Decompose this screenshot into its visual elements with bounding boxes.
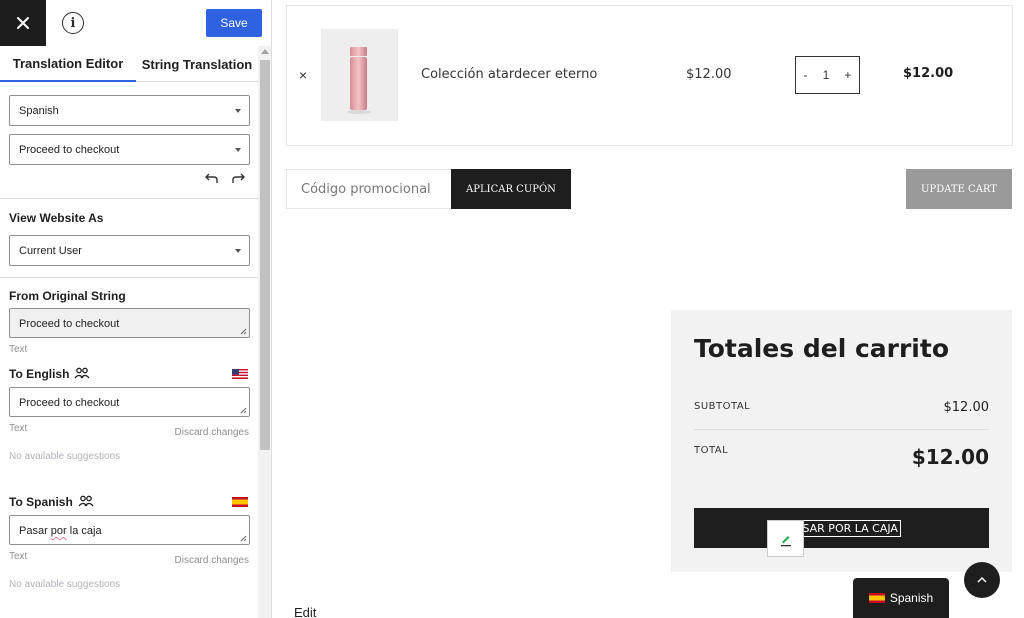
- english-translation-input[interactable]: Proceed to checkout: [9, 387, 250, 417]
- info-icon[interactable]: i: [62, 12, 84, 34]
- coupon-input[interactable]: Código promocional: [286, 169, 451, 209]
- original-string-value: Proceed to checkout: [19, 318, 120, 330]
- edit-link[interactable]: Edit: [294, 605, 316, 618]
- quantity-increase-button[interactable]: +: [844, 68, 851, 82]
- resize-grip-icon: [240, 407, 247, 414]
- total-value: $12.00: [911, 445, 989, 469]
- string-select[interactable]: Proceed to checkout: [9, 134, 250, 165]
- original-string-field: Proceed to checkout: [9, 308, 250, 338]
- total-label: TOTAL: [694, 445, 729, 456]
- original-type-label: Text: [9, 344, 28, 355]
- product-thumbnail[interactable]: [321, 29, 398, 121]
- quantity-stepper[interactable]: - 1 +: [795, 56, 860, 94]
- us-flag-icon: [232, 369, 248, 379]
- pencil-icon: [780, 535, 791, 546]
- resize-grip-icon: [240, 535, 247, 542]
- next-string-button[interactable]: [230, 172, 248, 190]
- people-icon: [74, 367, 90, 379]
- spanish-discard-link[interactable]: Discard changes: [175, 555, 249, 566]
- subtotal-label: SUBTOTAL: [694, 401, 751, 412]
- quantity-decrease-button[interactable]: -: [804, 68, 808, 82]
- edit-string-button[interactable]: [767, 520, 804, 557]
- undo-arrow-icon: [205, 173, 218, 183]
- update-cart-button[interactable]: UPDATE CART: [906, 169, 1012, 209]
- view-as-title: View Website As: [9, 211, 104, 225]
- sidebar-scrollbar[interactable]: [258, 46, 271, 618]
- tab-string-translation[interactable]: String Translation: [136, 46, 258, 82]
- remove-item-button[interactable]: ×: [299, 67, 307, 83]
- to-english-title: To English: [9, 367, 70, 381]
- product-name[interactable]: Colección atardecer eterno: [421, 67, 597, 82]
- product-price: $12.00: [686, 67, 732, 82]
- view-as-select-value: Current User: [19, 244, 82, 257]
- english-translation-value: Proceed to checkout: [19, 397, 120, 409]
- close-editor-button[interactable]: [0, 0, 46, 46]
- site-preview: × Colección atardecer eterno $12.00 - 1 …: [272, 0, 1024, 618]
- english-type-label: Text: [9, 423, 28, 434]
- totals-divider: [694, 429, 989, 430]
- section-divider: [0, 277, 258, 278]
- cart-item-row: × Colección atardecer eterno $12.00 - 1 …: [286, 5, 1013, 146]
- original-string-title: From Original String: [9, 289, 126, 303]
- spain-flag-icon: [232, 497, 248, 507]
- subtotal-value: $12.00: [943, 400, 990, 415]
- editor-tabs: Translation Editor String Translation: [0, 46, 258, 82]
- language-switcher-label: Spanish: [889, 591, 934, 605]
- tab-translation-editor[interactable]: Translation Editor: [0, 46, 136, 82]
- language-select[interactable]: Spanish: [9, 95, 250, 126]
- quantity-value[interactable]: 1: [823, 68, 830, 82]
- cart-totals-panel: Totales del carrito SUBTOTAL $12.00 TOTA…: [671, 310, 1012, 572]
- to-spanish-title: To Spanish: [9, 495, 73, 509]
- scrollbar-thumb[interactable]: [260, 60, 270, 450]
- previous-string-button[interactable]: [202, 172, 220, 190]
- scroll-up-arrow-icon[interactable]: [261, 49, 269, 54]
- apply-coupon-button[interactable]: APLICAR CUPÓN: [451, 169, 571, 209]
- spanish-suggestions: No available suggestions: [9, 579, 121, 590]
- string-select-value: Proceed to checkout: [19, 143, 120, 156]
- scroll-to-top-button[interactable]: [964, 562, 1000, 598]
- product-bottle-image: [347, 47, 371, 114]
- spanish-text-part: Pasar: [19, 525, 51, 537]
- language-select-value: Spanish: [19, 104, 59, 117]
- spanish-type-label: Text: [9, 551, 28, 562]
- save-button[interactable]: Save: [206, 9, 262, 37]
- close-icon: [17, 17, 29, 29]
- item-subtotal: $12.00: [903, 66, 954, 81]
- view-as-select[interactable]: Current User: [9, 235, 250, 266]
- language-switcher[interactable]: Spanish: [853, 578, 949, 618]
- sidebar-topbar: i Save: [0, 0, 271, 46]
- chevron-up-icon: [977, 576, 987, 583]
- cart-totals-title: Totales del carrito: [694, 334, 950, 363]
- spanish-text-misspelled: por: [50, 525, 67, 537]
- section-divider: [0, 198, 258, 199]
- proceed-to-checkout-button[interactable]: PASAR POR LA CAJA: [694, 508, 989, 557]
- spanish-translation-input[interactable]: Pasar por la caja: [9, 515, 250, 545]
- english-suggestions: No available suggestions: [9, 451, 121, 462]
- spanish-text-part: la caja: [66, 525, 102, 537]
- chevron-down-icon: [235, 148, 241, 152]
- resize-grip-icon: [240, 328, 247, 335]
- english-discard-link[interactable]: Discard changes: [175, 427, 249, 438]
- people-icon: [78, 495, 94, 507]
- redo-arrow-icon: [232, 173, 245, 183]
- translation-sidebar: i Save Translation Editor String Transla…: [0, 0, 272, 618]
- chevron-down-icon: [235, 109, 241, 113]
- spain-flag-icon: [868, 593, 885, 603]
- chevron-down-icon: [235, 249, 241, 253]
